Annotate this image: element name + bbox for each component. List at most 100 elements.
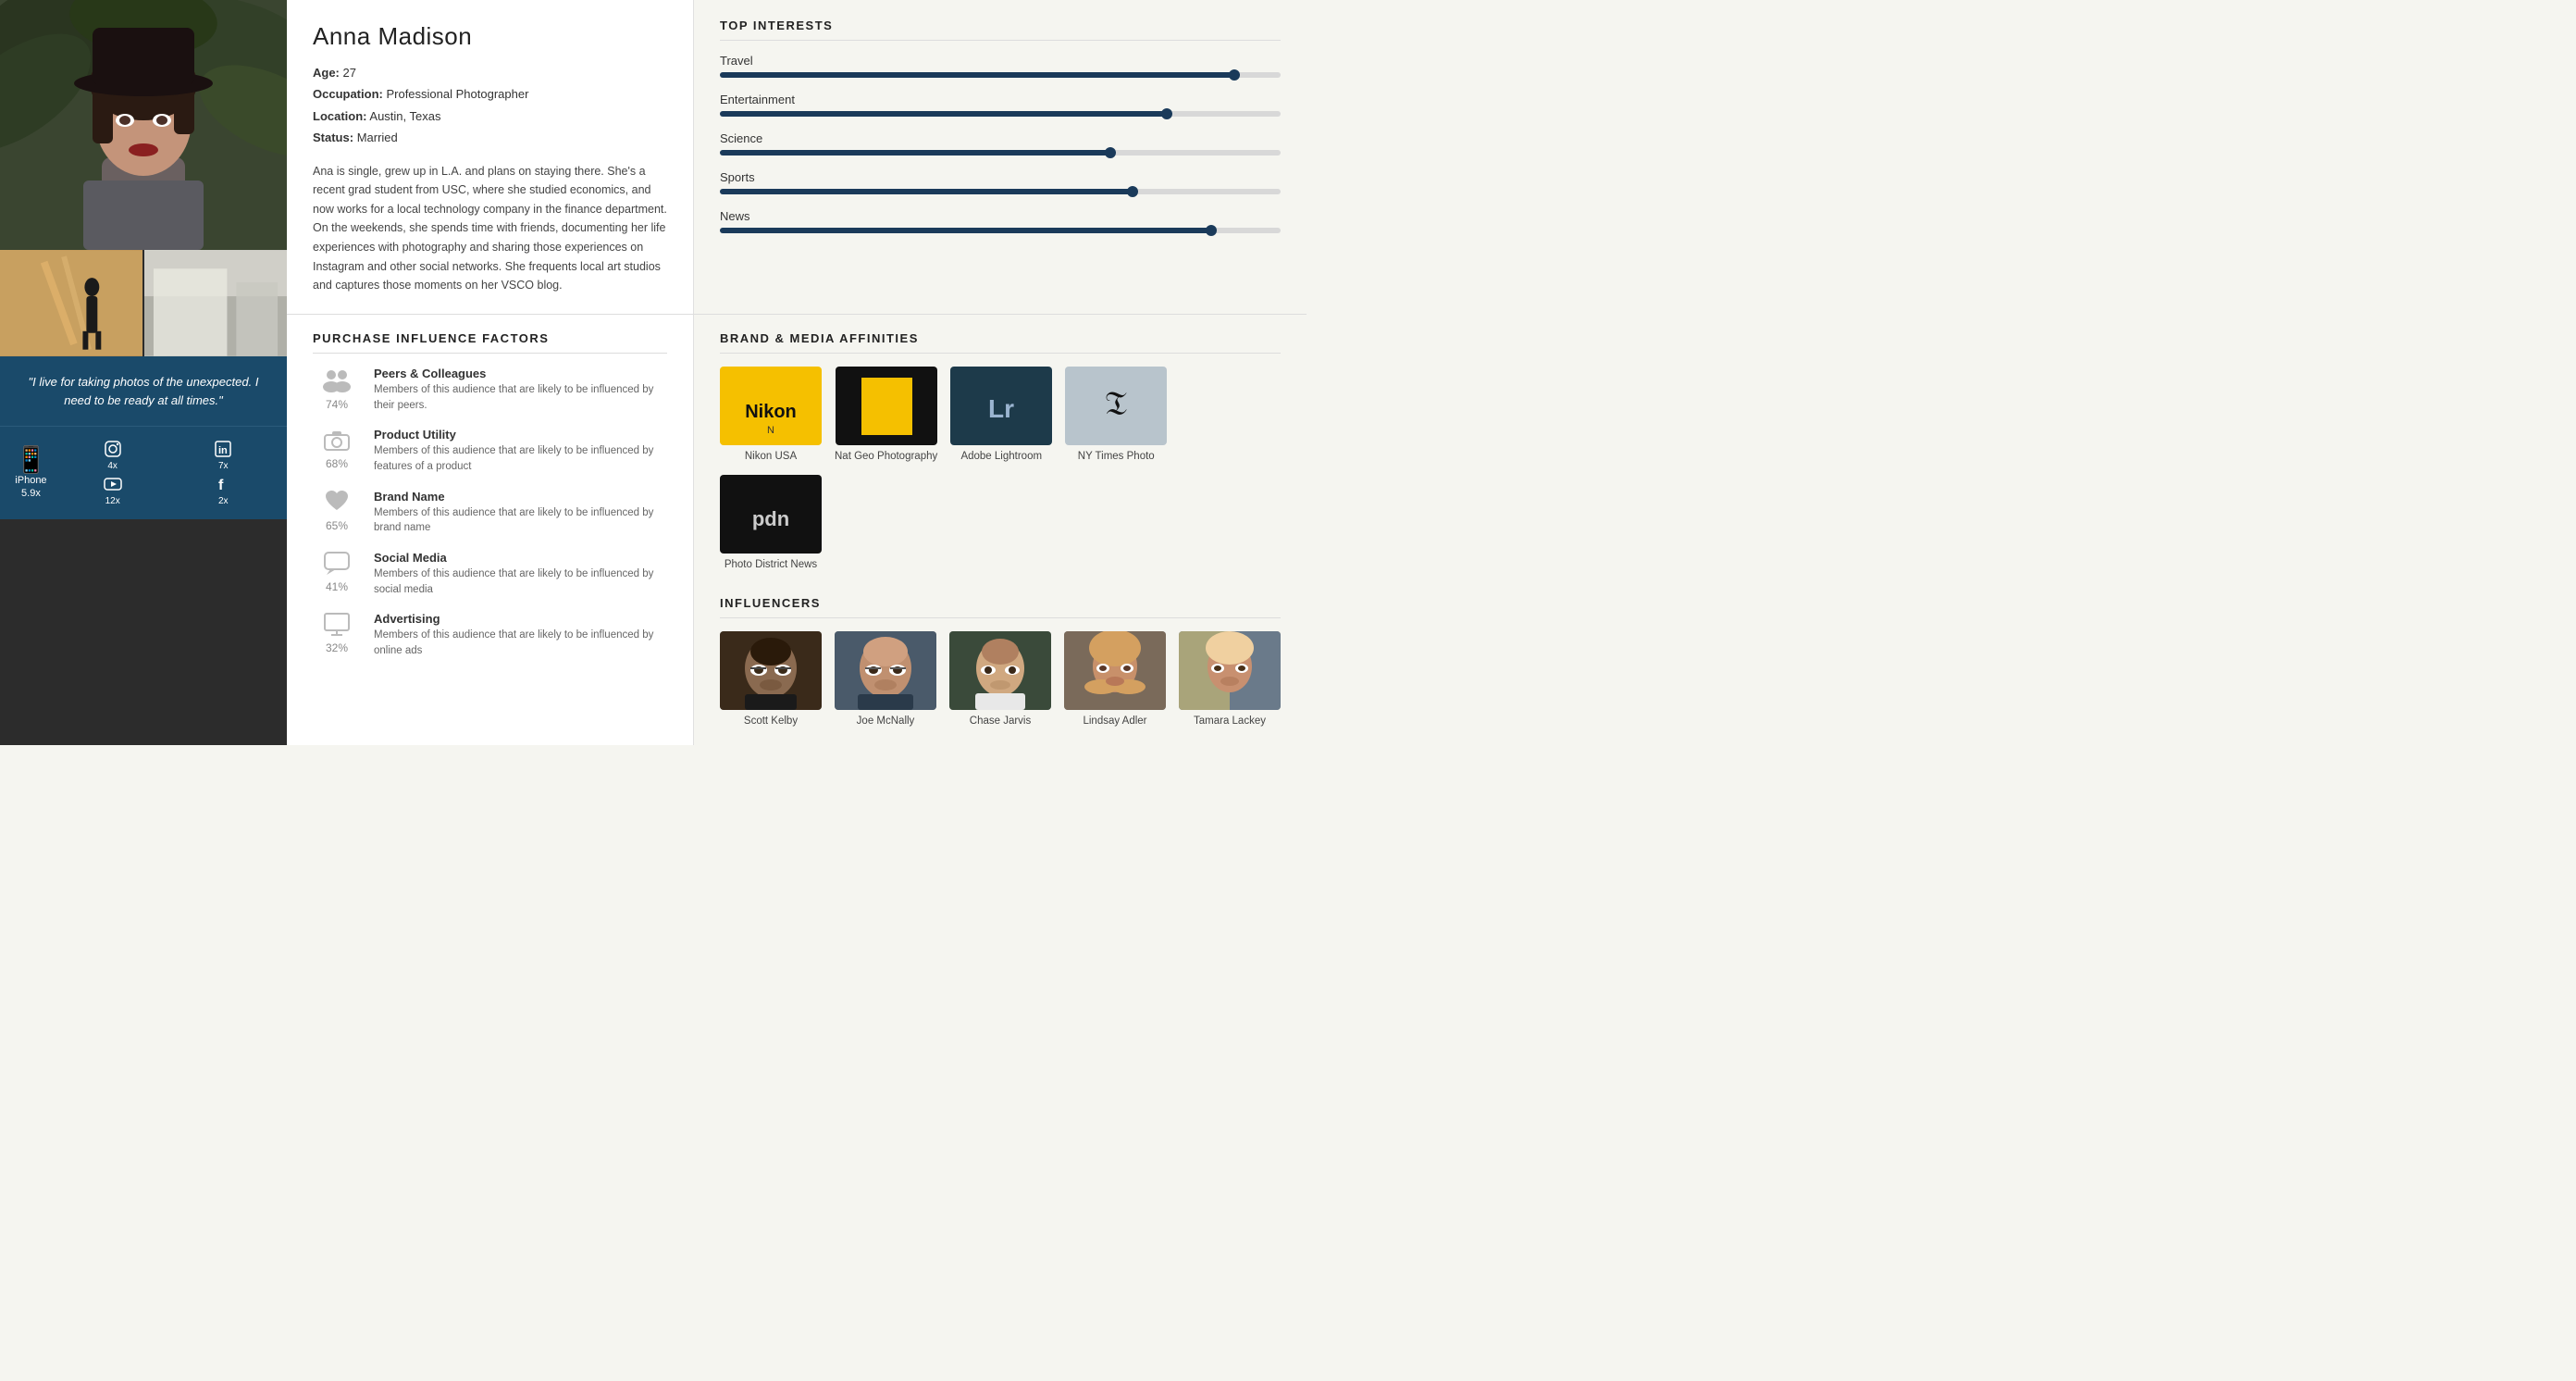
influence-item: 68% Product Utility Members of this audi… — [313, 428, 667, 474]
brand-name-pdn: Photo District News — [724, 559, 817, 570]
influence-title: Advertising — [374, 612, 667, 626]
influence-pct: 68% — [326, 457, 348, 470]
youtube-icon — [104, 475, 122, 496]
interest-item: Travel — [720, 54, 1281, 78]
svg-text:pdn: pdn — [752, 507, 789, 530]
influence-title: Peers & Colleagues — [374, 367, 667, 380]
svg-text:𝔗: 𝔗 — [1105, 385, 1127, 422]
occupation-label: Occupation: — [313, 87, 383, 101]
influence-item: 74% Peers & Colleagues Members of this a… — [313, 367, 667, 413]
linkedin-icon: in — [214, 440, 232, 461]
sidebar: "I live for taking photos of the unexpec… — [0, 0, 287, 745]
profile-section: Anna Madison Age: 27 Occupation: Profess… — [287, 0, 694, 314]
chat-icon — [323, 551, 351, 579]
influence-text: Advertising Members of this audience tha… — [374, 612, 667, 658]
interest-bar-bg — [720, 111, 1281, 117]
device-youtube: 12x — [64, 475, 162, 506]
instagram-icon — [104, 440, 122, 461]
status-label: Status: — [313, 131, 353, 144]
influencer-name-0: Scott Kelby — [744, 715, 798, 727]
influencer-name-1: Joe McNally — [857, 715, 915, 727]
brand-item-nikon: NikonN Nikon USA — [720, 367, 822, 462]
interest-bar-fill — [720, 72, 1236, 78]
brands-influencers-section: BRAND & MEDIA AFFINITIES NikonN Nikon US… — [694, 315, 1307, 745]
influence-desc: Members of this audience that are likely… — [374, 628, 667, 658]
influence-icon-wrap: 68% — [313, 428, 361, 470]
main-content: Anna Madison Age: 27 Occupation: Profess… — [287, 0, 1307, 745]
influencers-title: INFLUENCERS — [720, 596, 1281, 618]
influence-desc: Members of this audience that are likely… — [374, 566, 667, 597]
brand-name-nyt: NY Times Photo — [1078, 451, 1155, 462]
sidebar-quote: "I live for taking photos of the unexpec… — [0, 356, 287, 426]
influencer-item-0: Scott Kelby — [720, 631, 822, 727]
influence-desc: Members of this audience that are likely… — [374, 505, 667, 536]
influencer-photo-4 — [1179, 631, 1281, 710]
device-grid: 4x in 7x — [64, 440, 272, 506]
sidebar-photo-small-2 — [144, 250, 287, 356]
profile-photo-main — [0, 0, 287, 250]
facebook-count: 2x — [218, 496, 229, 506]
influencer-item-2: Chase Jarvis — [949, 631, 1051, 727]
influencer-name-3: Lindsay Adler — [1083, 715, 1146, 727]
sidebar-devices: 📱 iPhone 5.9x 4x — [0, 426, 287, 519]
facebook-icon: f — [214, 475, 232, 496]
influence-desc: Members of this audience that are likely… — [374, 382, 667, 413]
influencer-photo-3 — [1064, 631, 1166, 710]
bottom-section: PURCHASE INFLUENCE FACTORS 74% Peers & C… — [287, 315, 1307, 745]
interest-label: News — [720, 209, 1281, 223]
interest-bar-fill — [720, 150, 1112, 156]
monitor-icon — [323, 612, 351, 640]
influencer-photo-0 — [720, 631, 822, 710]
brand-item-lr: Lr Adobe Lightroom — [950, 367, 1052, 462]
brand-name-nikon: Nikon USA — [745, 451, 797, 462]
interest-item: Entertainment — [720, 93, 1281, 117]
device-iphone: 📱 iPhone 5.9x — [15, 447, 47, 499]
influencer-item-1: Joe McNally — [835, 631, 936, 727]
influence-icon-wrap: 41% — [313, 551, 361, 593]
brands-grid: NikonN Nikon USA Nat Geo Photography Lr … — [720, 367, 1281, 570]
svg-text:N: N — [767, 425, 774, 436]
location-value: Austin, Texas — [369, 109, 440, 123]
influence-icon-wrap: 65% — [313, 490, 361, 532]
influence-pct: 41% — [326, 580, 348, 593]
interest-label: Travel — [720, 54, 1281, 68]
interest-item: Science — [720, 131, 1281, 156]
top-section: Anna Madison Age: 27 Occupation: Profess… — [287, 0, 1307, 315]
influencer-photo-1 — [835, 631, 936, 710]
iphone-label: iPhone — [15, 475, 46, 486]
status-value: Married — [357, 131, 398, 144]
age-label: Age: — [313, 66, 340, 80]
influence-container: 74% Peers & Colleagues Members of this a… — [313, 367, 667, 659]
influence-pct: 65% — [326, 519, 348, 532]
interests-title: TOP INTERESTS — [720, 19, 1281, 41]
location-label: Location: — [313, 109, 367, 123]
iphone-count: 5.9x — [21, 488, 41, 499]
page: "I live for taking photos of the unexpec… — [0, 0, 1288, 745]
interest-bar-bg — [720, 189, 1281, 194]
influence-title: Social Media — [374, 551, 667, 565]
influence-text: Social Media Members of this audience th… — [374, 551, 667, 597]
occupation-value: Professional Photographer — [386, 87, 528, 101]
brand-item-natgeo: Nat Geo Photography — [835, 367, 937, 462]
brand-logo-lr: Lr — [950, 367, 1052, 445]
brand-logo-pdn: pdn — [720, 475, 822, 554]
influence-pct: 74% — [326, 398, 348, 411]
purchase-title: PURCHASE INFLUENCE FACTORS — [313, 331, 667, 354]
interest-label: Entertainment — [720, 93, 1281, 106]
interest-bar-bg — [720, 72, 1281, 78]
influence-text: Product Utility Members of this audience… — [374, 428, 667, 474]
influence-item: 65% Brand Name Members of this audience … — [313, 490, 667, 536]
camera-icon — [323, 428, 351, 455]
influence-pct: 32% — [326, 641, 348, 654]
influencer-name-2: Chase Jarvis — [970, 715, 1031, 727]
influence-text: Brand Name Members of this audience that… — [374, 490, 667, 536]
influence-title: Brand Name — [374, 490, 667, 504]
sidebar-photo-row — [0, 250, 287, 356]
interest-label: Science — [720, 131, 1281, 145]
device-linkedin: in 7x — [174, 440, 272, 471]
profile-name: Anna Madison — [313, 22, 667, 51]
influencers-grid: Scott Kelby Joe McNally Chase Jarvis Lin… — [720, 631, 1281, 727]
people-icon — [322, 367, 352, 396]
quote-text: "I live for taking photos of the unexpec… — [29, 375, 259, 407]
iphone-icon: 📱 — [15, 447, 47, 473]
